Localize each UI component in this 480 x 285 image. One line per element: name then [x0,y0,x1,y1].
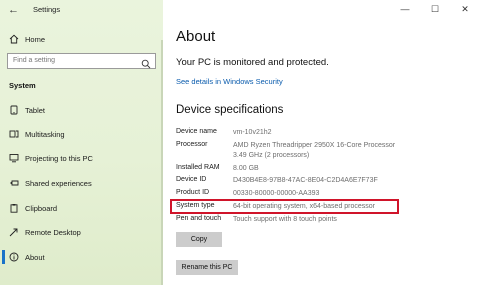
device-specifications-heading: Device specifications [176,104,284,116]
close-button[interactable]: ✕ [450,0,480,18]
sidebar-item-multitasking[interactable]: Multitasking [0,124,163,144]
rename-pc-button[interactable]: Rename this PC [176,260,238,275]
sidebar-item-label: Projecting to this PC [25,154,93,163]
sidebar-item-label: Clipboard [25,204,58,213]
minimize-button[interactable]: — [390,0,420,18]
spec-value: 00330-80000-00000-AA393 [233,190,320,197]
sidebar-item-label: Shared experiences [25,179,92,188]
sidebar-item-label: Multitasking [25,130,65,139]
spec-value: AMD Ryzen Threadripper 2950X 16-Core Pro… [233,142,396,149]
spec-value: vm-10v21h2 [233,129,272,136]
spec-label: Product ID [176,189,210,196]
spec-value: D430B4E8-97B8-47AC-8E04-C2D4A6E7F73F [233,177,378,184]
sidebar-item-projecting[interactable]: Projecting to this PC [0,148,163,168]
title-bar: ← Settings [0,0,163,20]
sidebar-item-label: Home [25,35,46,44]
sidebar-item-remote-desktop[interactable]: Remote Desktop [0,222,163,242]
spec-label: Device ID [176,176,207,183]
app-title: Settings [33,5,61,14]
protection-status: Your PC is monitored and protected. [176,57,329,68]
remote-desktop-icon [9,227,19,237]
copy-button[interactable]: Copy [176,232,222,247]
info-icon [9,252,19,262]
spec-value: Touch support with 8 touch points [233,216,337,223]
sidebar-item-clipboard[interactable]: Clipboard [0,198,163,218]
spec-label: Processor [176,141,208,148]
spec-label: Device name [176,128,217,135]
spec-value-line2: 3.49 GHz (2 processors) [233,152,310,159]
sidebar-item-shared-experiences[interactable]: Shared experiences [0,173,163,193]
sidebar: ← Settings Home Find a setting System Ta… [0,0,163,285]
main-content: — ☐ ✕ About Your PC is monitored and pro… [163,0,480,285]
window-controls: — ☐ ✕ [390,0,480,18]
system-type-highlight-box [170,199,399,214]
tablet-icon [9,105,19,115]
page-title: About [176,28,216,45]
clipboard-icon [9,203,19,213]
sidebar-item-tablet[interactable]: Tablet [0,100,163,120]
sidebar-item-label: Tablet [25,106,46,115]
spec-value: 8.00 GB [233,165,259,172]
sidebar-item-label: About [25,253,45,262]
sidebar-item-label: Remote Desktop [25,228,81,237]
back-arrow-icon[interactable]: ← [8,3,19,17]
maximize-button[interactable]: ☐ [420,0,450,18]
selected-indicator [2,250,5,264]
projecting-icon [9,153,19,163]
search-placeholder: Find a setting [13,57,56,64]
spec-label: Installed RAM [176,164,220,171]
sidebar-item-home[interactable]: Home [0,30,163,48]
search-icon[interactable] [141,56,151,69]
section-label-system: System [9,81,36,90]
sidebar-item-about[interactable]: About [0,247,163,267]
multitasking-icon [9,129,19,139]
search-input[interactable]: Find a setting [7,53,156,69]
shared-experiences-icon [9,178,19,188]
home-icon [9,34,19,44]
windows-security-link[interactable]: See details in Windows Security [176,77,283,86]
spec-label: Pen and touch [176,215,222,222]
